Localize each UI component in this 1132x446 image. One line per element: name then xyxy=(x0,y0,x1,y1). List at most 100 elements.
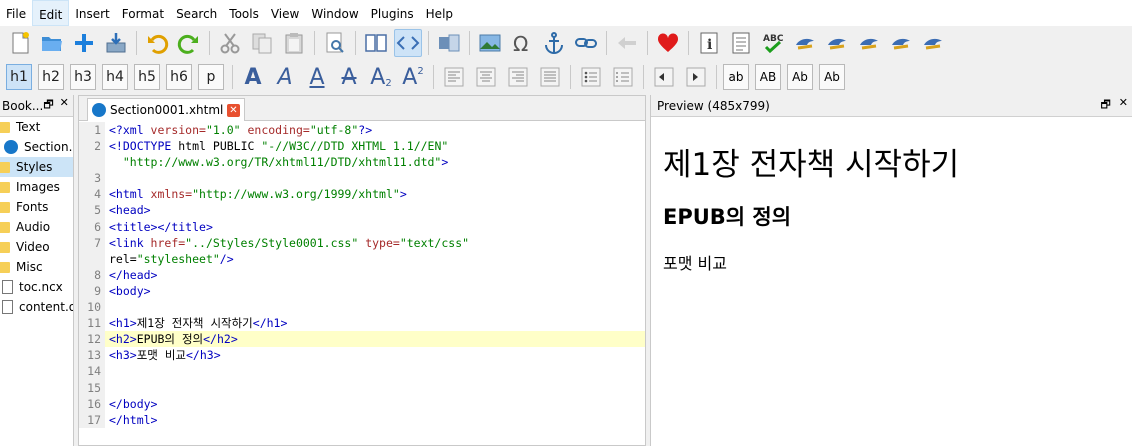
open-folder-icon[interactable] xyxy=(38,29,66,57)
menu-format[interactable]: Format xyxy=(116,0,170,26)
code-view-icon[interactable] xyxy=(394,29,422,57)
line-number: 1 xyxy=(79,122,105,139)
tree-item[interactable]: content.op xyxy=(0,297,73,317)
code-line: 11 <h1>제1장 전자책 시작하기</h1> xyxy=(79,315,645,332)
code-area[interactable]: 1 <?xml version="1.0" encoding="utf-8"?> 2… xyxy=(79,122,645,428)
paste-icon[interactable] xyxy=(280,29,308,57)
tree-item-label: Misc xyxy=(16,260,43,274)
tree-item[interactable]: Fonts xyxy=(0,197,73,217)
align-right-icon[interactable] xyxy=(504,63,532,91)
cut-icon[interactable] xyxy=(216,29,244,57)
numbered-list-icon[interactable] xyxy=(609,63,637,91)
justify-icon[interactable] xyxy=(536,63,564,91)
editor-tab[interactable]: Section0001.xhtml ✕ xyxy=(87,98,245,121)
table-of-contents-icon[interactable] xyxy=(727,29,755,57)
tree-item[interactable]: Section... xyxy=(0,137,73,157)
split-view-icon[interactable] xyxy=(435,29,463,57)
link-icon[interactable] xyxy=(572,29,600,57)
line-number: 3 xyxy=(79,170,105,187)
plugin-icon[interactable] xyxy=(887,29,915,57)
tree-item[interactable]: Video xyxy=(0,237,73,257)
add-file-icon[interactable] xyxy=(70,29,98,57)
uppercase-button[interactable]: AB xyxy=(755,64,781,90)
heading-p-button[interactable]: p xyxy=(198,64,224,90)
menu-plugins[interactable]: Plugins xyxy=(365,0,420,26)
back-arrow-icon[interactable] xyxy=(613,29,641,57)
line-text xyxy=(105,299,109,315)
float-panel-icon[interactable]: 🗗 xyxy=(1100,96,1110,115)
bold-icon[interactable]: A xyxy=(239,63,267,91)
redo-icon[interactable] xyxy=(175,29,203,57)
anchor-icon[interactable] xyxy=(540,29,568,57)
tree-item[interactable]: toc.ncx xyxy=(0,277,73,297)
tree-item[interactable]: Text xyxy=(0,117,73,137)
subscript-icon[interactable]: A2 xyxy=(367,63,395,91)
tree-item[interactable]: Audio xyxy=(0,217,73,237)
code-line: rel="stylesheet"/> xyxy=(79,250,645,267)
superscript-icon[interactable]: A2 xyxy=(399,63,427,91)
plugin-icon[interactable] xyxy=(919,29,947,57)
float-panel-icon[interactable]: 🗗 xyxy=(43,96,53,115)
heading-h5-button[interactable]: h5 xyxy=(134,64,160,90)
insert-image-icon[interactable] xyxy=(476,29,504,57)
heading-h3-button[interactable]: h3 xyxy=(70,64,96,90)
decrease-indent-icon[interactable] xyxy=(650,63,678,91)
line-number: 8 xyxy=(79,266,105,283)
metadata-info-icon[interactable]: i xyxy=(695,29,723,57)
line-number: 4 xyxy=(79,186,105,203)
menu-insert[interactable]: Insert xyxy=(69,0,115,26)
increase-indent-icon[interactable] xyxy=(682,63,710,91)
save-icon[interactable] xyxy=(102,29,130,57)
validate-epub-icon[interactable] xyxy=(791,29,819,57)
menu-window[interactable]: Window xyxy=(305,0,364,26)
svg-text:ABC: ABC xyxy=(763,34,784,44)
tree-item[interactable]: Misc xyxy=(0,257,73,277)
line-text xyxy=(105,170,109,186)
bullet-list-icon[interactable] xyxy=(577,63,605,91)
close-panel-icon[interactable]: ✕ xyxy=(60,96,69,115)
tree-item[interactable]: Styles xyxy=(0,157,73,177)
heading-h4-button[interactable]: h4 xyxy=(102,64,128,90)
special-character-icon[interactable]: Ω xyxy=(508,29,536,57)
titlecase-button[interactable]: Ab xyxy=(787,64,813,90)
italic-icon[interactable]: A xyxy=(271,63,299,91)
menu-view[interactable]: View xyxy=(265,0,305,26)
code-line: 8 </head> xyxy=(79,266,645,283)
book-view-icon[interactable] xyxy=(362,29,390,57)
well-formed-check-icon[interactable] xyxy=(823,29,851,57)
spellcheck-icon[interactable]: ABC xyxy=(759,29,787,57)
line-text: </html> xyxy=(109,412,158,427)
line-number: 13 xyxy=(79,347,105,364)
strikethrough-icon[interactable]: A xyxy=(335,63,363,91)
heading-h2-button[interactable]: h2 xyxy=(38,64,64,90)
menu-tools[interactable]: Tools xyxy=(223,0,265,26)
code-line: 1 <?xml version="1.0" encoding="utf-8"?> xyxy=(79,122,645,139)
donate-heart-icon[interactable] xyxy=(654,29,682,57)
menu-help[interactable]: Help xyxy=(420,0,459,26)
line-number xyxy=(79,250,105,267)
menu-file[interactable]: File xyxy=(0,0,32,26)
close-panel-icon[interactable]: ✕ xyxy=(1119,96,1128,115)
preview-heading-1: 제1장 전자책 시작하기 xyxy=(663,147,960,183)
align-center-icon[interactable] xyxy=(472,63,500,91)
line-text: <html xmlns="http://www.w3.org/1999/xhtm… xyxy=(109,187,407,202)
menu-search[interactable]: Search xyxy=(170,0,223,26)
find-icon[interactable] xyxy=(321,29,349,57)
lowercase-button[interactable]: ab xyxy=(723,64,749,90)
underline-icon[interactable]: A xyxy=(303,63,331,91)
tree-item-label: Fonts xyxy=(16,200,49,214)
menu-edit[interactable]: Edit xyxy=(32,0,70,26)
heading-h1-button[interactable]: h1 xyxy=(6,64,32,90)
tree-item[interactable]: Images xyxy=(0,177,73,197)
line-text: <link href="../Styles/Style0001.css" typ… xyxy=(109,235,470,250)
close-tab-icon[interactable]: ✕ xyxy=(227,103,240,117)
heading-h6-button[interactable]: h6 xyxy=(166,64,192,90)
capitalize-button[interactable]: Ab xyxy=(819,64,845,90)
copy-icon[interactable] xyxy=(248,29,276,57)
new-file-icon[interactable] xyxy=(6,29,34,57)
book-browser-header: Book... 🗗 ✕ xyxy=(0,95,73,117)
align-left-icon[interactable] xyxy=(440,63,468,91)
undo-icon[interactable] xyxy=(143,29,171,57)
folder-icon xyxy=(0,221,10,233)
plugin-icon[interactable] xyxy=(855,29,883,57)
